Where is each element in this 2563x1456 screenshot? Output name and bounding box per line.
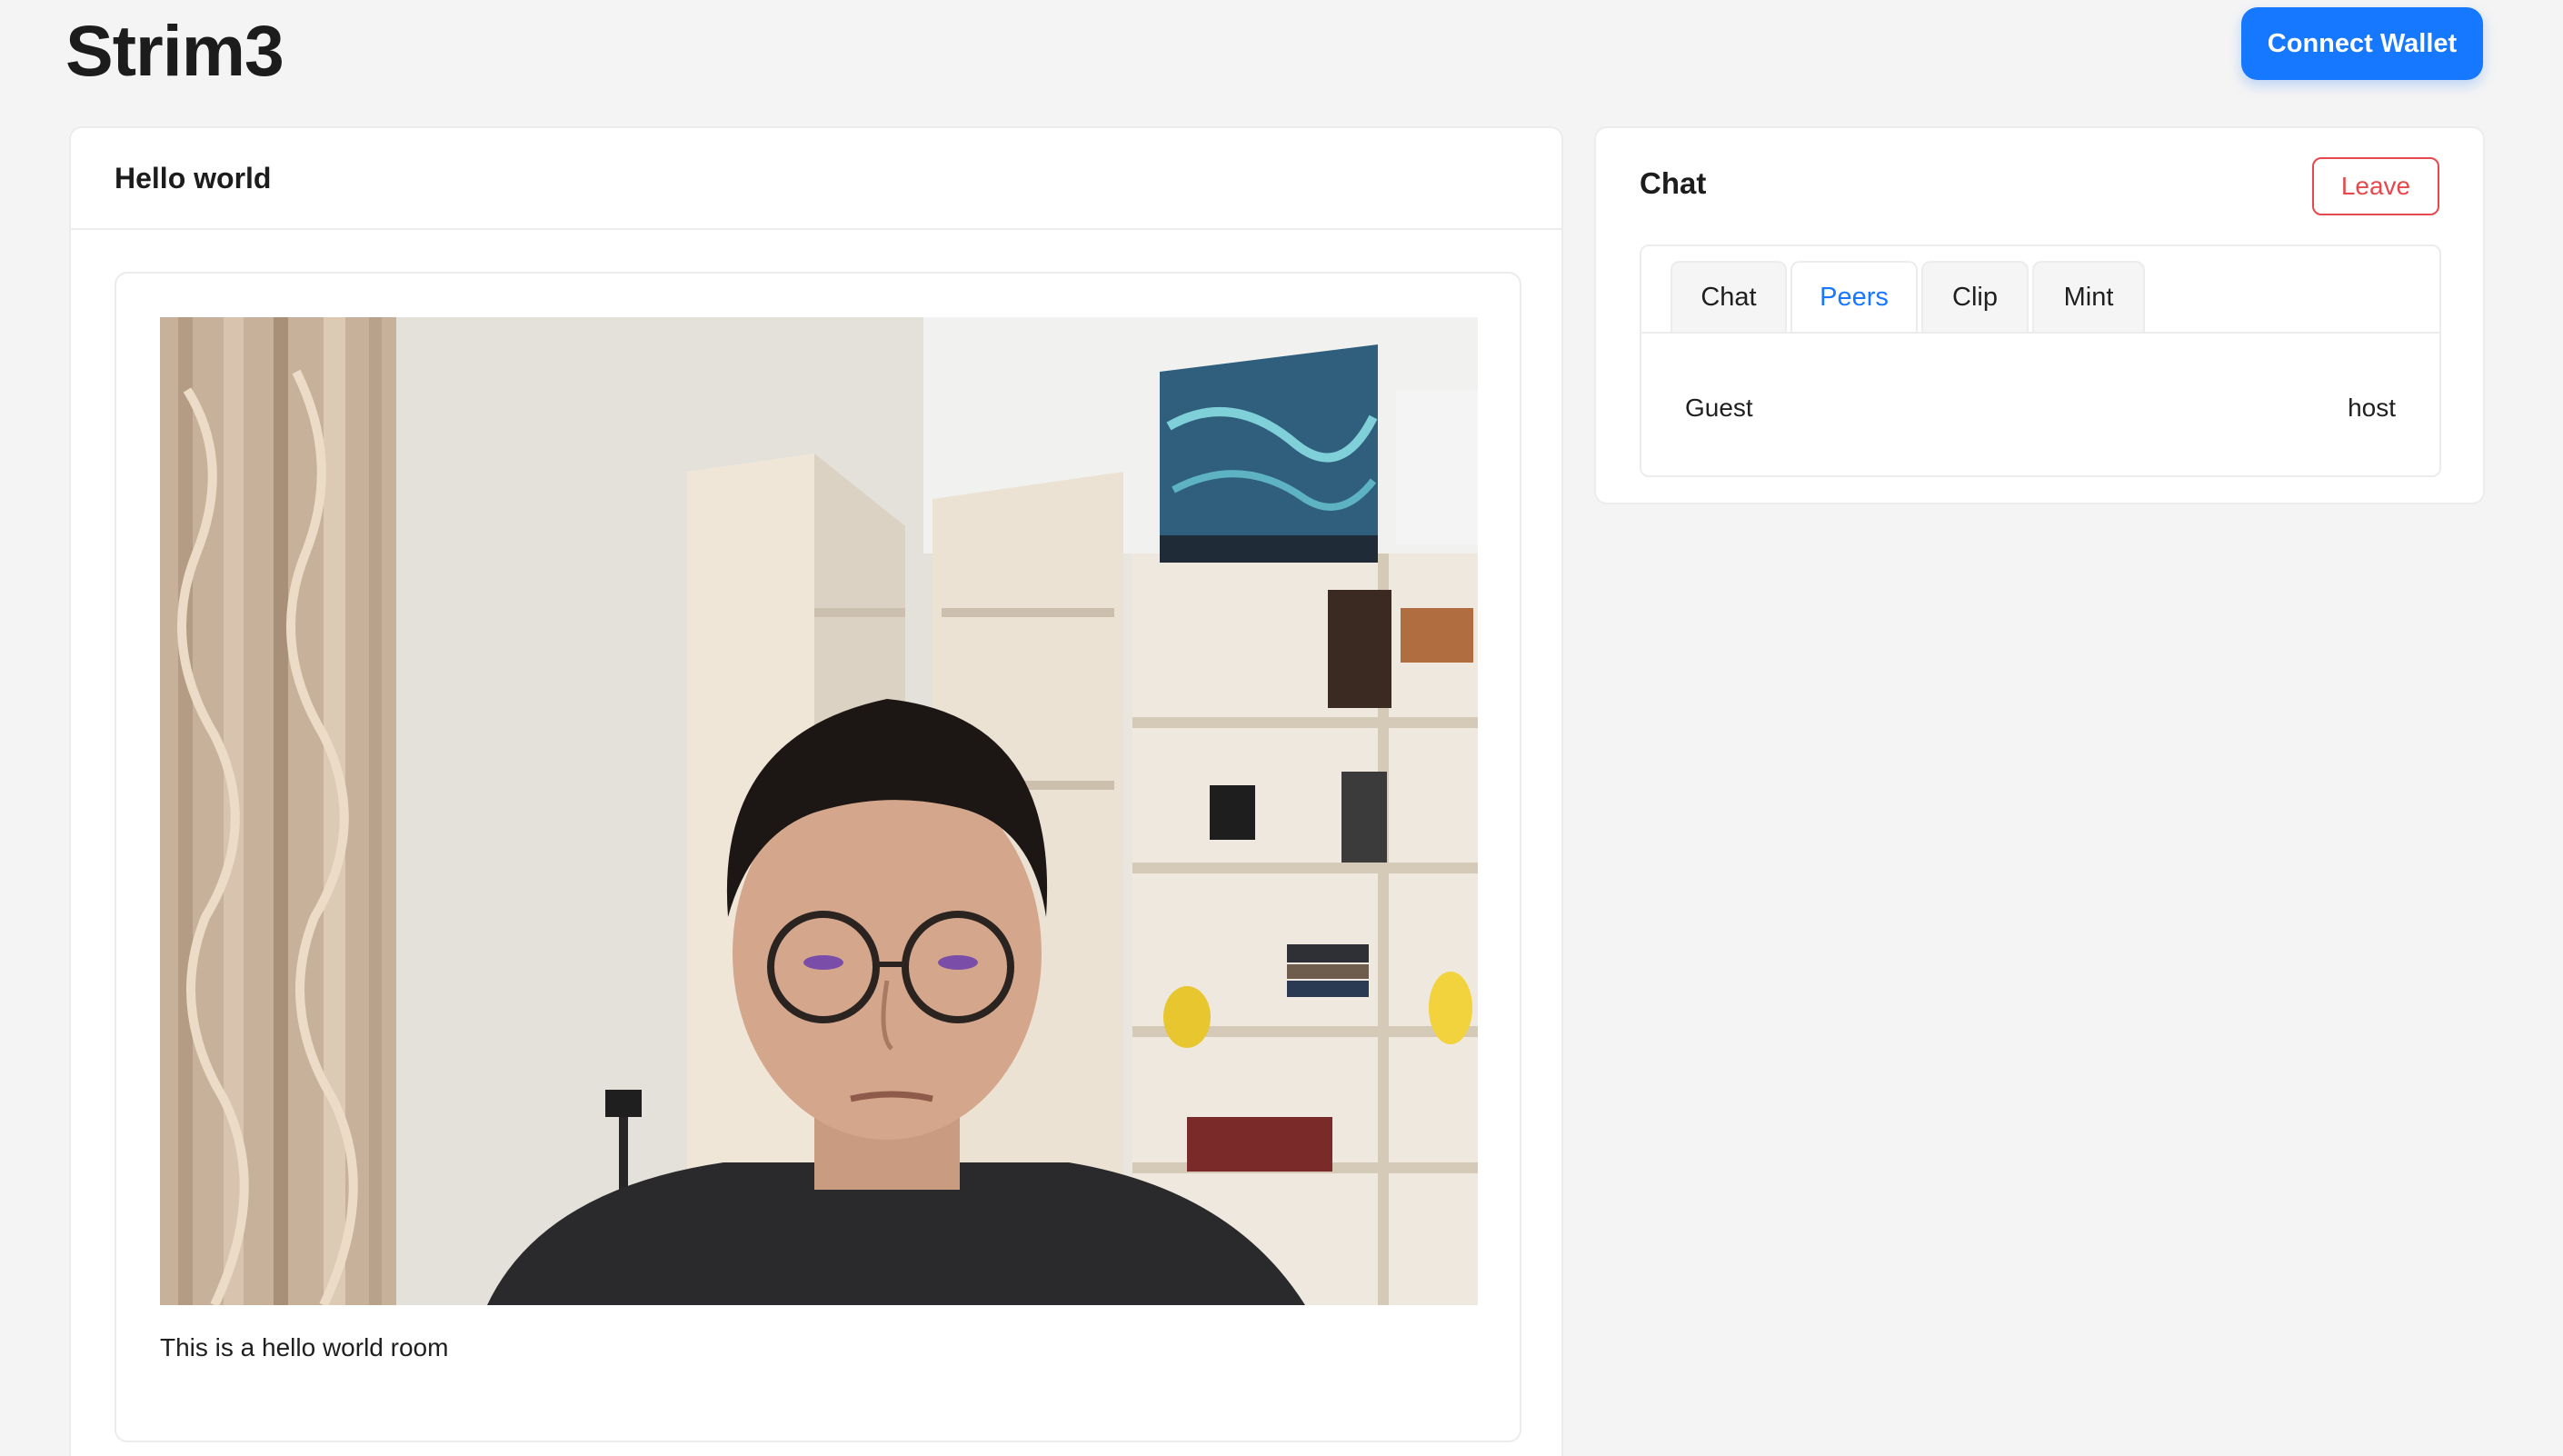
peer-name: Guest bbox=[1685, 394, 1753, 422]
room-content: This is a hello world room bbox=[115, 272, 1521, 1442]
room-title: Hello world bbox=[115, 161, 272, 194]
peer-role: host bbox=[2348, 394, 2396, 422]
room-description: This is a hello world room bbox=[160, 1333, 449, 1361]
tab-clip[interactable]: Clip bbox=[1921, 261, 2029, 332]
connect-wallet-button[interactable]: Connect Wallet bbox=[2241, 7, 2483, 80]
tabs-container: Chat Peers Clip Mint Guest host bbox=[1640, 244, 2441, 477]
tab-bar: Chat Peers Clip Mint bbox=[1670, 261, 2439, 332]
chat-panel: Chat Leave Chat Peers Clip Mint Guest ho… bbox=[1594, 126, 2485, 504]
room-card: Hello world This is a hello world room bbox=[69, 126, 1563, 1456]
app-title: Strim3 bbox=[65, 10, 284, 91]
tab-chat[interactable]: Chat bbox=[1670, 261, 1787, 332]
tab-divider bbox=[1641, 332, 2439, 334]
leave-button[interactable]: Leave bbox=[2312, 157, 2439, 215]
webcam-video bbox=[160, 317, 1478, 1305]
video-player[interactable] bbox=[160, 317, 1478, 1305]
tab-peers[interactable]: Peers bbox=[1790, 261, 1918, 332]
peer-list-item: Guest host bbox=[1685, 390, 2396, 426]
room-card-header: Hello world bbox=[71, 128, 1561, 230]
tab-mint[interactable]: Mint bbox=[2032, 261, 2145, 332]
chat-panel-title: Chat bbox=[1640, 166, 1707, 200]
app-root: Strim3 Connect Wallet Hello world This i… bbox=[0, 0, 2563, 1456]
